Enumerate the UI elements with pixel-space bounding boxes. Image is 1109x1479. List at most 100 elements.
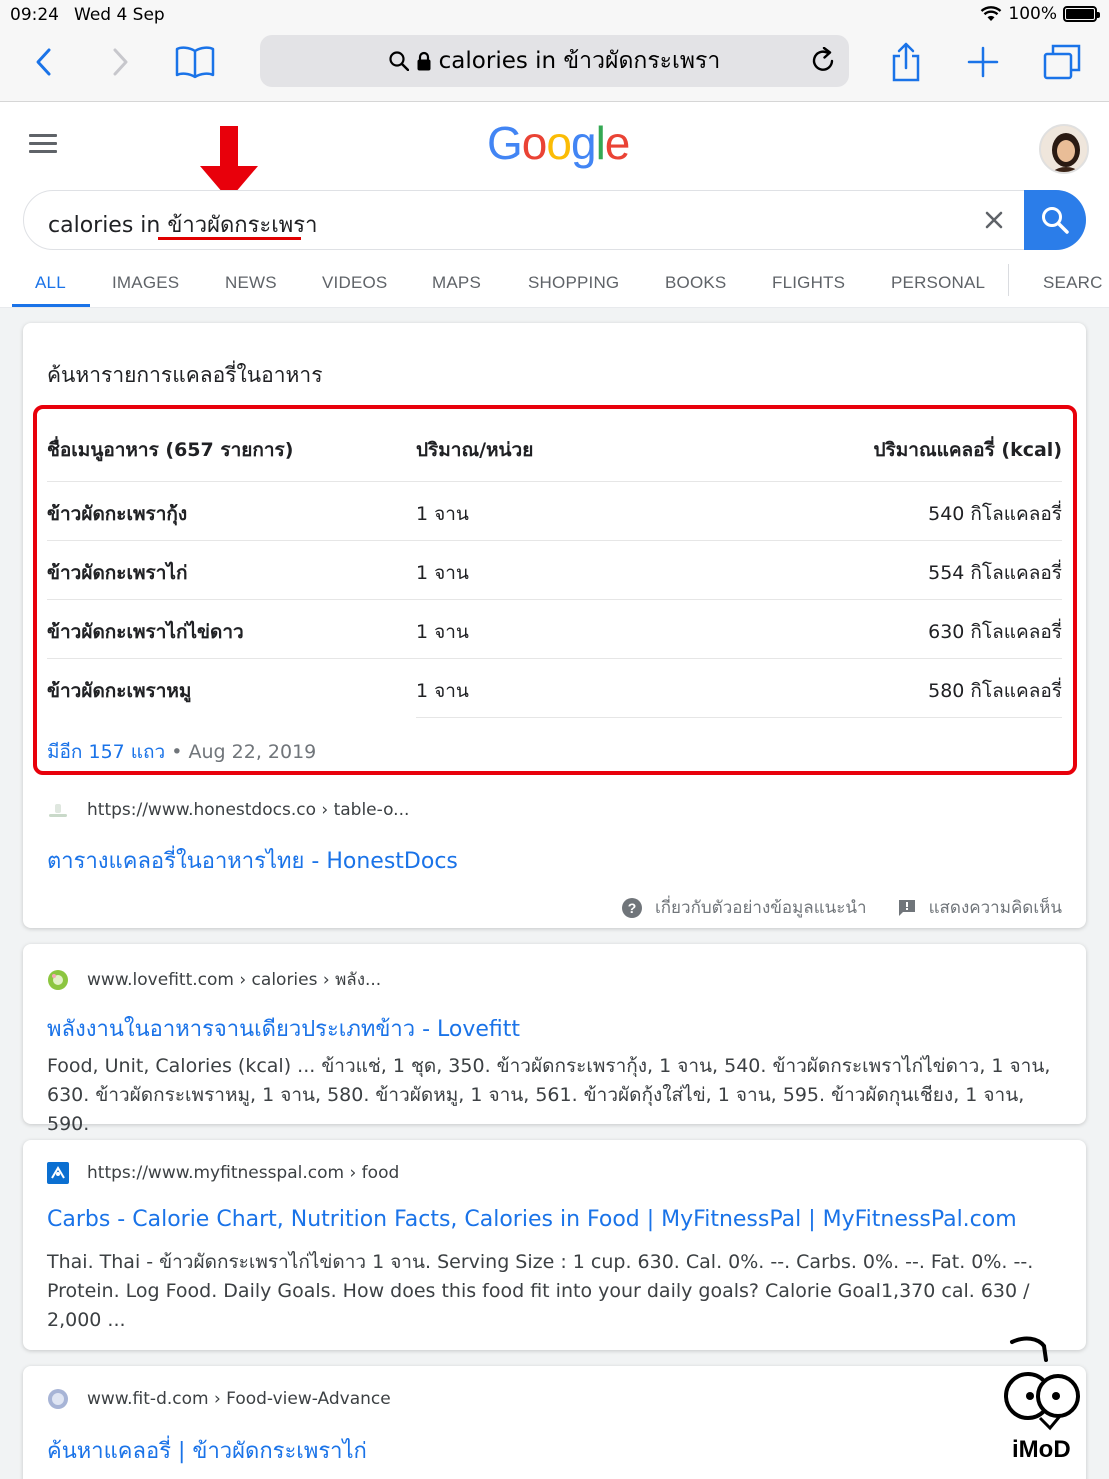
tab-maps[interactable]: MAPS bbox=[432, 273, 481, 293]
query-thai: ข้าวผัดกระเพรา bbox=[167, 213, 318, 238]
myfitnesspal-favicon-icon bbox=[47, 1162, 69, 1184]
source-url-text: https://www.honestdocs.co › table-o... bbox=[87, 800, 410, 820]
help-icon: ? bbox=[621, 897, 642, 918]
globe-icon bbox=[48, 1389, 68, 1409]
battery-percent: 100% bbox=[1008, 4, 1057, 24]
new-tab-button[interactable] bbox=[961, 40, 1005, 84]
bookmarks-button[interactable] bbox=[173, 40, 217, 84]
lovefitt-favicon-icon bbox=[48, 969, 68, 990]
table-row: ข้าวผัดกะเพราหมู 1 จาน 580 กิโลแคลอรี่ bbox=[47, 676, 1062, 735]
tab-news[interactable]: NEWS bbox=[225, 273, 277, 293]
red-down-arrow-icon bbox=[200, 126, 258, 200]
reload-icon[interactable] bbox=[811, 47, 837, 75]
row-menu: ข้าวผัดกะเพรากุ้ง bbox=[47, 503, 188, 525]
divider bbox=[47, 658, 1062, 659]
tab-all[interactable]: ALL bbox=[35, 273, 66, 293]
chevron-left-icon bbox=[36, 48, 51, 76]
chevron-right-icon bbox=[113, 48, 128, 76]
result-url[interactable]: https://www.myfitnesspal.com › food bbox=[47, 1162, 399, 1184]
result-snippet: Food, Unit, Calories (kcal) ... ข้าวแช่,… bbox=[47, 1055, 1051, 1135]
search-button[interactable] bbox=[1024, 190, 1086, 250]
row-unit: 1 จาน bbox=[416, 621, 469, 643]
status-right: 100% bbox=[980, 4, 1100, 24]
row-menu: ข้าวผัดกะเพราหมู bbox=[47, 680, 192, 702]
divider bbox=[47, 481, 1062, 482]
table-row: ข้าวผัดกะเพรากุ้ง 1 จาน 540 กิโลแคลอรี่ bbox=[47, 499, 1062, 558]
active-tab-indicator bbox=[12, 304, 90, 307]
status-bar: 09:24 Wed 4 Sep 100% bbox=[0, 0, 1109, 30]
result-url-text: https://www.myfitnesspal.com › food bbox=[87, 1163, 400, 1183]
search-icon bbox=[389, 51, 409, 71]
forward-button[interactable] bbox=[98, 40, 142, 84]
row-menu: ข้าวผัดกะเพราไก่ bbox=[47, 562, 188, 584]
logo-letter: l bbox=[595, 117, 606, 169]
back-button[interactable] bbox=[22, 40, 66, 84]
tab-images[interactable]: IMAGES bbox=[112, 273, 179, 293]
row-calories: 630 กิโลแคลอรี่ bbox=[928, 621, 1062, 643]
featured-snippet-card: ค้นหารายการแคลอรี่ในอาหาร ชื่อเมนูอาหาร … bbox=[23, 323, 1086, 928]
result-title-link[interactable]: ค้นหาแคลอรี่ | ข้าวผัดกระเพราไก่ bbox=[47, 1433, 367, 1468]
result-url[interactable]: www.lovefitt.com › calories › พลัง... bbox=[47, 966, 381, 993]
tab-books[interactable]: BOOKS bbox=[665, 273, 726, 293]
divider bbox=[47, 540, 1062, 541]
about-snippet-button[interactable]: ? เกี่ยวกับตัวอย่างข้อมูลแนะนำ bbox=[621, 894, 867, 921]
divider bbox=[47, 599, 1062, 600]
source-title-link[interactable]: ตารางแคลอรี่ในอาหารไทย - HonestDocs bbox=[47, 843, 458, 878]
header-calories: ปริมาณแคลอรี่ (kcal) bbox=[873, 439, 1062, 461]
search-box[interactable]: calories in ข้าวผัดกระเพรา bbox=[23, 190, 1086, 250]
search-icon bbox=[1042, 207, 1069, 234]
more-rows-link[interactable]: มีอีก 157 แถว bbox=[47, 741, 165, 763]
google-header: Google calories in ข้าวผัดกระเพรา ALL IM… bbox=[0, 102, 1109, 308]
featured-title: ค้นหารายการแคลอรี่ในอาหาร bbox=[47, 363, 323, 387]
avatar[interactable] bbox=[1039, 124, 1089, 174]
logo-letter: G bbox=[487, 117, 523, 169]
result-title-link[interactable]: พลังงานในอาหารจานเดียวประเภทข้าว - Lovef… bbox=[47, 1011, 520, 1046]
tab-videos[interactable]: VIDEOS bbox=[322, 273, 387, 293]
profile-photo-icon bbox=[1041, 126, 1087, 172]
logo-letter: g bbox=[570, 117, 597, 169]
menu-icon[interactable] bbox=[29, 134, 57, 154]
tab-divider bbox=[1008, 264, 1009, 296]
search-result: https://www.myfitnesspal.com › food Carb… bbox=[23, 1140, 1086, 1350]
row-calories: 580 กิโลแคลอรี่ bbox=[928, 680, 1062, 702]
tab-shopping[interactable]: SHOPPING bbox=[528, 273, 619, 293]
plus-icon bbox=[967, 46, 999, 78]
lock-icon bbox=[417, 51, 431, 71]
row-calories: 554 กิโลแคลอรี่ bbox=[928, 562, 1062, 584]
wifi-icon bbox=[981, 6, 1002, 21]
address-bar[interactable]: calories in ข้าวผัดกระเพรา bbox=[260, 35, 849, 87]
tab-search-tools[interactable]: SEARC bbox=[1043, 273, 1103, 293]
tabs-icon bbox=[1043, 44, 1081, 80]
result-title-link[interactable]: Carbs - Calorie Chart, Nutrition Facts, … bbox=[47, 1207, 1017, 1232]
result-snippet: Thai. Thai - ข้าวผัดกระเพราไก่ไข่ดาว 1 จ… bbox=[47, 1251, 1034, 1331]
snippet-date: Aug 22, 2019 bbox=[188, 741, 317, 763]
logo-letter: e bbox=[604, 117, 631, 169]
book-icon bbox=[175, 46, 215, 79]
row-unit: 1 จาน bbox=[416, 680, 469, 702]
share-button[interactable] bbox=[884, 40, 928, 84]
source-url[interactable]: https://www.honestdocs.co › table-o... bbox=[47, 799, 409, 821]
tabs-overview-button[interactable] bbox=[1040, 40, 1084, 84]
status-time: 09:24 bbox=[10, 5, 59, 25]
feedback-label: แสดงความคิดเห็น bbox=[928, 898, 1062, 918]
tab-flights[interactable]: FLIGHTS bbox=[772, 273, 845, 293]
tab-personal[interactable]: PERSONAL bbox=[891, 273, 985, 293]
result-url[interactable]: www.fit-d.com › Food-view-Advance bbox=[47, 1388, 391, 1410]
logo-letter: o bbox=[546, 117, 572, 169]
imod-logo-icon bbox=[1004, 1336, 1080, 1431]
more-rows: มีอีก 157 แถว • Aug 22, 2019 bbox=[47, 737, 316, 767]
row-menu: ข้าวผัดกะเพราไก่ไข่ดาว bbox=[47, 621, 244, 643]
table-row: ข้าวผัดกะเพราไก่ 1 จาน 554 กิโลแคลอรี่ bbox=[47, 558, 1062, 617]
imod-label: iMoD bbox=[1012, 1436, 1071, 1463]
feedback-button[interactable]: แสดงความคิดเห็น bbox=[897, 894, 1062, 921]
browser-toolbar: calories in ข้าวผัดกระเพรา bbox=[0, 30, 1109, 102]
svg-text:?: ? bbox=[628, 900, 637, 916]
close-icon[interactable] bbox=[979, 205, 1009, 235]
result-url-text: www.lovefitt.com › calories › พลัง... bbox=[87, 970, 382, 990]
google-logo[interactable]: Google bbox=[487, 116, 631, 170]
logo-letter: o bbox=[521, 117, 548, 169]
table-header: ชื่อเมนูอาหาร (657 รายการ) ปริมาณ/หน่วย … bbox=[47, 435, 1062, 471]
about-snippet-label: เกี่ยวกับตัวอย่างข้อมูลแนะนำ bbox=[654, 898, 867, 918]
url-text: calories in ข้าวผัดกระเพรา bbox=[438, 48, 721, 74]
row-unit: 1 จาน bbox=[416, 503, 469, 525]
